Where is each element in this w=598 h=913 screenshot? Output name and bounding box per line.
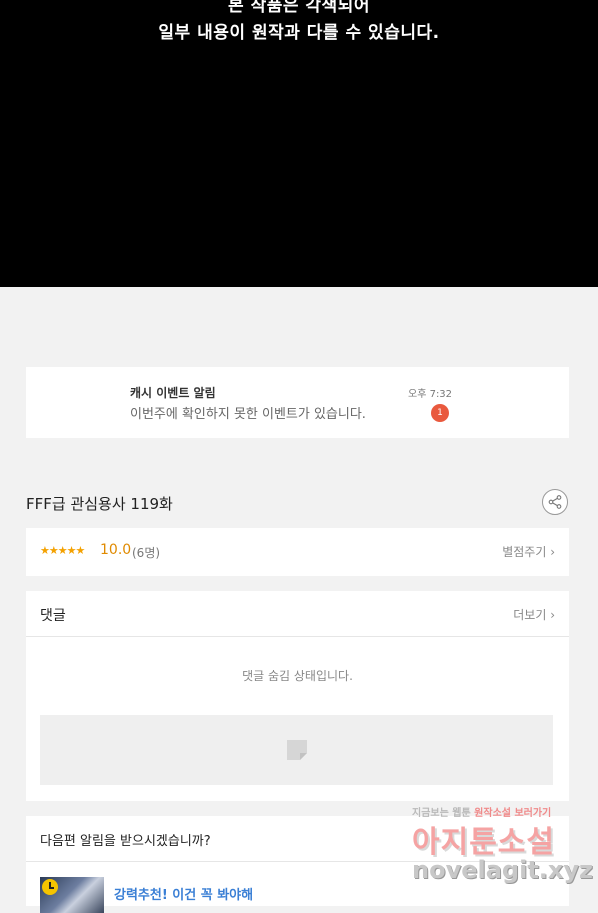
comment-header: 댓글 더보기 › bbox=[26, 591, 569, 637]
recommended-thumbnail[interactable] bbox=[40, 877, 104, 913]
comment-more-button[interactable]: 더보기 › bbox=[513, 606, 555, 623]
comment-title: 댓글 bbox=[40, 608, 66, 624]
adaptation-notice-line1: 본 작품은 각색되어 bbox=[228, 0, 370, 16]
comment-hidden-message: 댓글 숨김 상태입니다. bbox=[242, 669, 353, 683]
episode-image-bottom: 본 작품은 각색되어 일부 내용이 원작과 다를 수 있습니다. bbox=[0, 0, 598, 287]
next-episode-alert-question: 다음편 알림을 받으시겠습니까? bbox=[40, 834, 211, 849]
cash-event-notification[interactable]: 캐시 이벤트 알림 이번주에 확인하지 못한 이벤트가 있습니다. 오후 7:3… bbox=[26, 367, 569, 438]
comment-section: 댓글 더보기 › 댓글 숨김 상태입니다. bbox=[26, 591, 569, 801]
notification-time: 오후 7:32 bbox=[408, 389, 453, 400]
recommendation-link[interactable]: 강력추천! 이건 꼭 봐야해 bbox=[114, 884, 253, 903]
watermark-url: novelagit.xyz bbox=[412, 856, 594, 884]
comment-placeholder-box bbox=[40, 715, 553, 785]
episode-title: FFF급 관심용사 119화 bbox=[26, 495, 173, 513]
watermark-logo: 아지툰소설 bbox=[412, 825, 555, 860]
share-button[interactable] bbox=[542, 489, 568, 515]
clock-icon bbox=[42, 879, 58, 895]
rating-score: 10.0 bbox=[100, 542, 132, 558]
adaptation-notice-line2: 일부 내용이 원작과 다를 수 있습니다. bbox=[158, 23, 440, 43]
share-icon bbox=[548, 495, 562, 509]
rating-card: ★★★★★ 10.0 (6명) 별점주기 › bbox=[26, 528, 569, 576]
site-watermark: 지금보는 웹툰 원작소설 보러가기 아지툰소설 novelagit.xyz bbox=[408, 800, 598, 895]
rating-stars: ★★★★★ bbox=[40, 544, 85, 557]
rating-votes: (6명) bbox=[132, 546, 161, 560]
notification-title: 캐시 이벤트 알림 bbox=[130, 386, 216, 400]
empty-comment-icon bbox=[287, 740, 307, 760]
notification-body: 이번주에 확인하지 못한 이벤트가 있습니다. bbox=[130, 407, 366, 422]
notification-count-badge: 1 bbox=[431, 404, 449, 422]
rate-button[interactable]: 별점주기 › bbox=[502, 543, 555, 560]
